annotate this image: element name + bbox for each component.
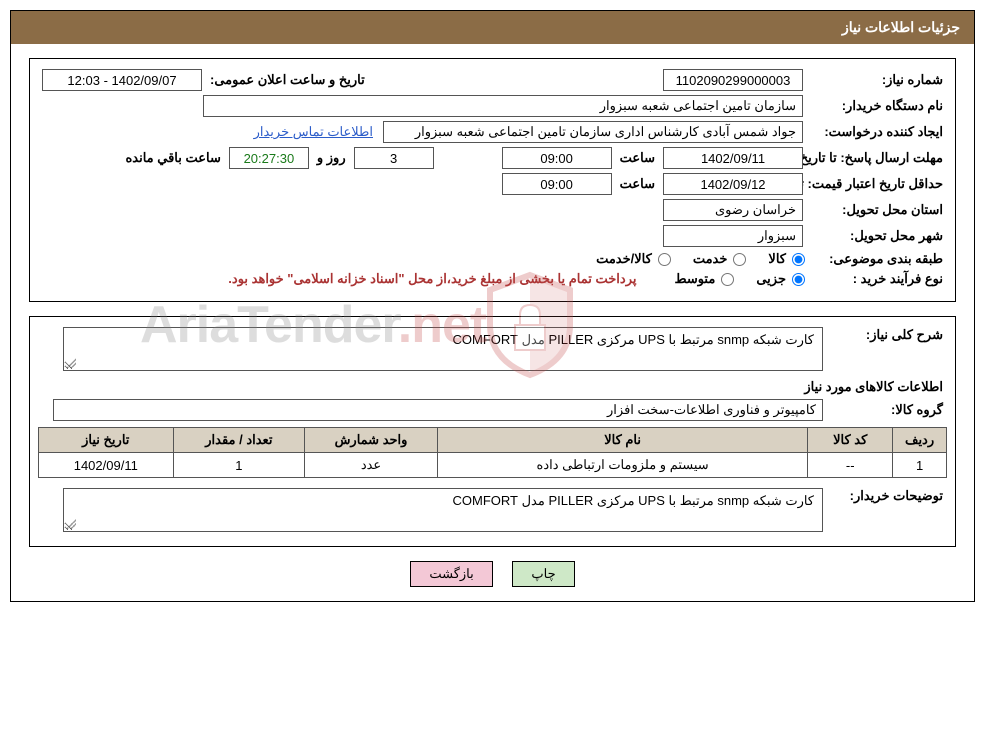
goods-group-label: گروه کالا: — [827, 402, 947, 418]
buyer-org-label: نام دستگاه خریدار: — [807, 98, 947, 114]
radio-partial-label: جزیی — [756, 271, 786, 287]
reply-deadline-time: 09:00 — [502, 147, 612, 169]
radio-goods-label: کالا — [768, 251, 786, 267]
countdown-value: 20:27:30 — [229, 147, 309, 169]
remaining-label: ساعت باقي مانده — [121, 150, 224, 166]
th-unit: واحد شمارش — [305, 428, 438, 453]
goods-group-value: کامپیوتر و فناوری اطلاعات-سخت افزار — [53, 399, 823, 421]
requester-value: جواد شمس آبادی کارشناس اداری سازمان تامی… — [383, 121, 803, 143]
overall-desc-textarea[interactable]: کارت شبکه snmp مرتبط با UPS مرکزی PILLER… — [63, 327, 823, 371]
announce-dt-label: تاریخ و ساعت اعلان عمومی: — [206, 72, 369, 88]
purchase-type-label: نوع فرآیند خرید : — [807, 271, 947, 287]
page-title: جزئیات اطلاعات نیاز — [11, 11, 974, 44]
cell-name: سیستم و ملزومات ارتباطی داده — [437, 453, 807, 478]
print-button[interactable]: چاپ — [512, 561, 574, 587]
table-row: 1 -- سیستم و ملزومات ارتباطی داده عدد 1 … — [39, 453, 947, 478]
buyer-org-value: سازمان تامین اجتماعی شعبه سبزوار — [203, 95, 803, 117]
radio-medium-label: متوسط — [674, 271, 715, 287]
cell-unit: عدد — [305, 453, 438, 478]
th-code: کد کالا — [808, 428, 893, 453]
delivery-city-value: سبزوار — [663, 225, 803, 247]
radio-partial[interactable] — [792, 273, 805, 286]
radio-both[interactable] — [658, 253, 671, 266]
price-validity-time: 09:00 — [502, 173, 612, 195]
reply-deadline-date: 1402/09/11 — [663, 147, 803, 169]
radio-service-label: خدمت — [693, 251, 728, 267]
subject-class-label: طبقه بندی موضوعی: — [807, 251, 947, 267]
radio-goods[interactable] — [792, 253, 805, 266]
buyer-notes-textarea[interactable]: کارت شبکه snmp مرتبط با UPS مرکزی PILLER… — [63, 488, 823, 532]
th-row: ردیف — [893, 428, 947, 453]
th-date: تاریخ نیاز — [39, 428, 174, 453]
reply-deadline-label: مهلت ارسال پاسخ: تا تاریخ: — [807, 151, 947, 165]
time-label-2: ساعت — [616, 176, 659, 192]
radio-service[interactable] — [733, 253, 746, 266]
goods-section-title: اطلاعات کالاهای مورد نیاز — [42, 379, 943, 395]
cell-date: 1402/09/11 — [39, 453, 174, 478]
th-qty: تعداد / مقدار — [173, 428, 305, 453]
announce-dt-value: 1402/09/07 - 12:03 — [42, 69, 202, 91]
delivery-province-label: استان محل تحویل: — [807, 202, 947, 218]
details-section: شماره نیاز: 1102090299000003 تاریخ و ساع… — [29, 58, 956, 302]
radio-medium[interactable] — [721, 273, 734, 286]
price-validity-label: حداقل تاریخ اعتبار قیمت: تا تاریخ: — [807, 177, 947, 191]
cell-row: 1 — [893, 453, 947, 478]
requirement-no-label: شماره نیاز: — [807, 72, 947, 88]
requirement-no-value: 1102090299000003 — [663, 69, 803, 91]
buyer-notes-label: توضیحات خریدار: — [827, 488, 947, 504]
cell-qty: 1 — [173, 453, 305, 478]
radio-both-label: کالا/خدمت — [596, 251, 652, 267]
th-name: نام کالا — [437, 428, 807, 453]
cell-code: -- — [808, 453, 893, 478]
delivery-province-value: خراسان رضوی — [663, 199, 803, 221]
price-validity-date: 1402/09/12 — [663, 173, 803, 195]
back-button[interactable]: بازگشت — [410, 561, 492, 587]
items-table: ردیف کد کالا نام کالا واحد شمارش تعداد /… — [38, 427, 947, 478]
time-label-1: ساعت — [616, 150, 659, 166]
buyer-contact-link[interactable]: اطلاعات تماس خریدار — [254, 124, 373, 140]
days-remaining: 3 — [354, 147, 434, 169]
payment-note: پرداخت تمام یا بخشی از مبلغ خرید،از محل … — [228, 271, 636, 287]
delivery-city-label: شهر محل تحویل: — [807, 228, 947, 244]
description-section: شرح کلی نیاز: کارت شبکه snmp مرتبط با UP… — [29, 316, 956, 547]
requester-label: ایجاد کننده درخواست: — [807, 124, 947, 140]
days-and-label: روز و — [313, 150, 350, 166]
overall-desc-label: شرح کلی نیاز: — [827, 327, 947, 343]
